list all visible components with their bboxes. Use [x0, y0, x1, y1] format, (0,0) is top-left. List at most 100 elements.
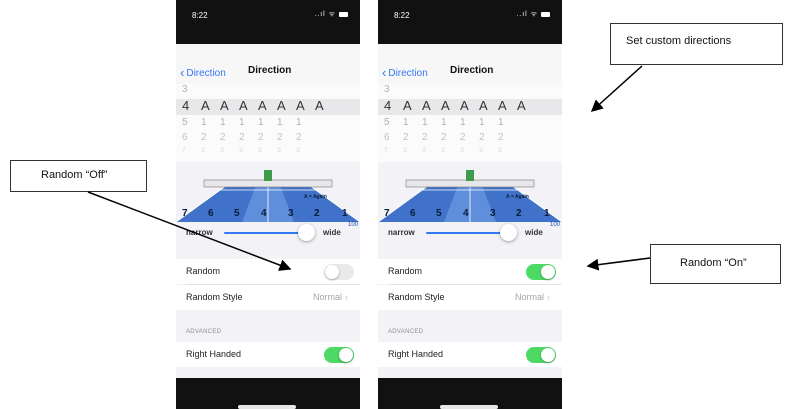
zone-label: 1: [544, 208, 550, 219]
picker-row-next: 7 3 3 3 3 3 3: [384, 147, 517, 161]
random-style-row[interactable]: Random Style Normal ›: [378, 285, 562, 310]
nav-bar: ‹ Direction Direction: [378, 44, 562, 85]
nav-bar: ‹ Direction Direction: [176, 44, 360, 85]
arrow-to-picker: [590, 65, 643, 113]
right-handed-row: Right Handed: [378, 342, 562, 367]
right-handed-toggle[interactable]: [526, 347, 556, 363]
picker-value: 2: [479, 132, 485, 143]
court-net: [405, 179, 535, 188]
zone-label: 2: [516, 208, 522, 219]
picker-value: 1: [258, 117, 264, 128]
picker-value: 3: [296, 147, 300, 154]
picker-value: A: [498, 98, 507, 113]
picker-value: 3: [460, 147, 464, 154]
court-net: [203, 179, 333, 188]
picker-value: 5: [182, 117, 188, 128]
status-bar: 8:22 ..ıl ᯤ: [378, 0, 562, 44]
zone-label: 5: [234, 208, 240, 219]
zone-label: 7: [384, 208, 390, 219]
player-icon: [466, 170, 474, 181]
toggle-knob: [339, 348, 353, 362]
chevron-right-icon: ›: [345, 292, 348, 302]
section-header-advanced: ADVANCED: [186, 329, 222, 335]
callout-random-on: Random “On”: [650, 244, 781, 284]
page-title: Direction: [450, 65, 494, 76]
picker-value: A: [517, 98, 526, 113]
arrow-to-random-on: [586, 257, 651, 271]
toggle-knob: [541, 265, 555, 279]
picker-value: 2: [201, 132, 207, 143]
chevron-left-icon: ‹: [180, 65, 185, 80]
picker-value: A: [479, 98, 488, 113]
slider-thumb[interactable]: [298, 224, 315, 241]
picker-value: 7: [384, 147, 388, 154]
picker-value: A: [258, 98, 267, 113]
picker-row-selected: 4AAAAAAA: [384, 98, 536, 113]
court-legend: A = Again: [506, 194, 529, 200]
direction-picker[interactable]: 3 4AAAAAAA 5111111 6222222 7333333: [378, 84, 562, 162]
slider-max-value: 100: [347, 222, 358, 228]
picker-value: 1: [403, 117, 409, 128]
picker-value: 3: [258, 147, 262, 154]
picker-value: 3: [182, 84, 188, 95]
bottom-bar: [378, 378, 562, 409]
picker-value: 4: [384, 98, 392, 113]
picker-value: 1: [441, 117, 447, 128]
zone-label: 4: [463, 208, 469, 219]
picker-value: 2: [403, 132, 409, 143]
picker-row-next: 5 1 1 1 1 1 1: [182, 117, 315, 131]
back-button[interactable]: ‹ Direction: [382, 65, 428, 80]
picker-value: 3: [422, 147, 426, 154]
picker-value: 2: [296, 132, 302, 143]
back-button-label: Direction: [186, 68, 226, 79]
back-button-label: Direction: [388, 68, 428, 79]
status-icons: ..ıl ᯤ: [314, 10, 348, 19]
picker-value: A: [201, 98, 210, 113]
status-bar: 8:22 ..ıl ᯤ: [176, 0, 360, 44]
tennis-court-diagram: A = Again 7 6 5 4 3 2 1: [176, 170, 360, 223]
zone-label: 2: [314, 208, 320, 219]
picker-value: 1: [201, 117, 207, 128]
zone-label: 3: [288, 208, 294, 219]
picker-value: 4: [182, 98, 190, 113]
random-row: Random: [176, 259, 360, 284]
right-handed-label: Right Handed: [388, 349, 444, 359]
random-style-label: Random Style: [186, 292, 243, 302]
picker-value: 2: [460, 132, 466, 143]
width-slider-row: narrow wide 100: [176, 222, 360, 248]
right-handed-label: Right Handed: [186, 349, 242, 359]
picker-value: 1: [479, 117, 485, 128]
random-style-row[interactable]: Random Style Normal ›: [176, 285, 360, 310]
picker-value: 3: [441, 147, 445, 154]
picker-value: 2: [258, 132, 264, 143]
picker-row-next: 6 2 2 2 2 2 2: [182, 132, 315, 146]
signal-icon: ..ıl ᯤ: [314, 11, 337, 18]
random-style-value: Normal ›: [515, 292, 550, 302]
zone-label: 3: [490, 208, 496, 219]
picker-value: A: [441, 98, 450, 113]
picker-value: 2: [239, 132, 245, 143]
right-handed-row: Right Handed: [176, 342, 360, 367]
slider-max-label: wide: [525, 228, 543, 237]
phone-screen-random-off: 8:22 ..ıl ᯤ ‹ Direction Direction 3 4AAAA…: [176, 0, 360, 409]
picker-value: A: [315, 98, 324, 113]
picker-value: A: [277, 98, 286, 113]
direction-picker[interactable]: 3 4AAAAAAA 5111111 6222222 7333333: [176, 84, 360, 162]
zone-label: 6: [410, 208, 416, 219]
picker-value: A: [403, 98, 412, 113]
tennis-court-diagram: A = Again 7 6 5 4 3 2 1: [378, 170, 562, 223]
picker-value: 3: [403, 147, 407, 154]
slider-thumb[interactable]: [500, 224, 517, 241]
slider-min-label: narrow: [186, 228, 213, 237]
picker-value: 3: [239, 147, 243, 154]
picker-value: 1: [239, 117, 245, 128]
back-button[interactable]: ‹ Direction: [180, 65, 226, 80]
slider-min-label: narrow: [388, 228, 415, 237]
picker-value: 3: [479, 147, 483, 154]
picker-value: 5: [384, 117, 390, 128]
right-handed-toggle[interactable]: [324, 347, 354, 363]
random-toggle[interactable]: [324, 264, 354, 280]
random-toggle[interactable]: [526, 264, 556, 280]
picker-value: A: [220, 98, 229, 113]
random-style-value-text: Normal: [514, 292, 544, 302]
